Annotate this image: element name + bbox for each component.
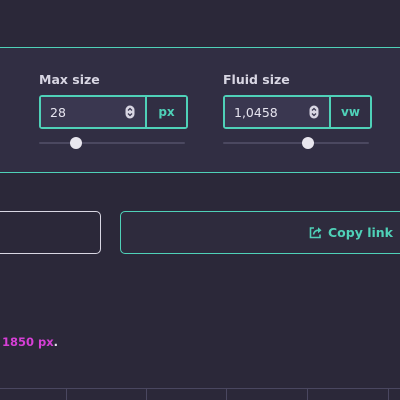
max-size-input[interactable]: 28	[41, 97, 145, 127]
secondary-button[interactable]	[0, 211, 101, 254]
copy-link-content: Copy link	[309, 212, 393, 253]
note-text: 1850 px.	[2, 335, 58, 349]
slider-thumb[interactable]	[69, 137, 82, 149]
max-size-value: 28	[50, 104, 66, 120]
max-size-unit: px	[145, 97, 186, 127]
slider-track	[39, 142, 185, 144]
copy-link-button[interactable]: Copy link	[120, 211, 400, 254]
page: Max size 28 px Fluid size 1,0458 vw Copy…	[0, 0, 400, 400]
max-size-slider[interactable]	[39, 136, 185, 150]
table-column-divider	[307, 389, 308, 400]
note-suffix: .	[53, 335, 59, 349]
fluid-size-input[interactable]: 1,0458	[225, 97, 329, 127]
max-size-label: Max size	[39, 72, 100, 87]
spinner-icon[interactable]	[309, 105, 319, 119]
table-column-divider	[388, 389, 389, 400]
table-edge	[0, 388, 400, 400]
table-column-divider	[226, 389, 227, 400]
fluid-size-slider[interactable]	[223, 136, 369, 150]
copy-link-label: Copy link	[328, 225, 393, 240]
slider-thumb[interactable]	[301, 137, 314, 149]
slider-track	[223, 142, 369, 144]
note-value: 1850 px	[2, 335, 54, 349]
fluid-size-input-group: 1,0458 vw	[223, 95, 372, 129]
table-column-divider	[66, 389, 67, 400]
fluid-size-value: 1,0458	[234, 104, 278, 120]
share-icon	[309, 227, 322, 239]
fluid-size-label: Fluid size	[223, 72, 290, 87]
spinner-icon[interactable]	[125, 105, 135, 119]
table-column-divider	[146, 389, 147, 400]
settings-panel: Max size 28 px Fluid size 1,0458 vw	[0, 47, 400, 173]
max-size-input-group: 28 px	[39, 95, 188, 129]
fluid-size-unit: vw	[329, 97, 370, 127]
